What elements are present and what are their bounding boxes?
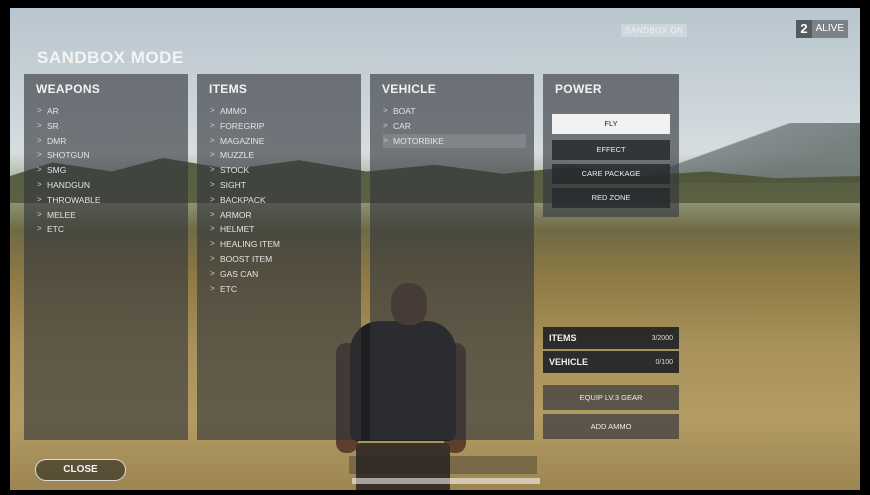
item-healing[interactable]: > HEALING ITEM	[210, 237, 361, 252]
weapon-item-sr[interactable]: > SR	[37, 119, 188, 134]
chevron-right-icon: >	[210, 135, 215, 145]
chevron-right-icon: >	[210, 239, 215, 249]
vehicle-item-motorbike[interactable]: > MOTORBIKE	[383, 133, 526, 149]
vehicle-counter-value: 0/100	[655, 358, 673, 366]
item-stock[interactable]: > STOCK	[210, 163, 361, 178]
weapons-heading: WEAPONS	[36, 82, 101, 96]
chevron-right-icon: >	[210, 253, 215, 263]
alive-label: ALIVE	[811, 20, 848, 38]
vehicle-counter: VEHICLE 0/100	[543, 351, 679, 373]
chevron-right-icon: >	[210, 209, 215, 219]
items-heading: ITEMS	[209, 82, 248, 96]
alive-counter: 2 ALIVE	[796, 20, 848, 38]
chevron-right-icon: >	[210, 150, 215, 160]
vehicle-item-boat[interactable]: > BOAT	[383, 104, 534, 119]
item-magazine[interactable]: > MAGAZINE	[210, 134, 361, 149]
item-foregrip[interactable]: > FOREGRIP	[210, 119, 361, 134]
power-red-zone-button[interactable]: RED ZONE	[552, 188, 670, 208]
power-heading: POWER	[555, 82, 602, 96]
add-ammo-button[interactable]: ADD AMMO	[543, 414, 679, 439]
power-fly-button[interactable]: FLY	[552, 114, 670, 134]
chevron-right-icon: >	[210, 268, 215, 278]
chevron-right-icon: >	[210, 165, 215, 175]
hotbar	[349, 456, 537, 474]
vehicle-panel: VEHICLE > BOAT > CAR > MOTORBIKE	[370, 74, 534, 440]
item-ammo[interactable]: > AMMO	[210, 104, 361, 119]
chevron-right-icon: >	[383, 135, 388, 145]
items-counter: ITEMS 3/2000	[543, 327, 679, 349]
weapon-item-ar[interactable]: > AR	[37, 104, 188, 119]
item-backpack[interactable]: > BACKPACK	[210, 193, 361, 208]
chevron-right-icon: >	[37, 209, 42, 219]
weapon-item-melee[interactable]: > MELEE	[37, 208, 188, 223]
chevron-right-icon: >	[383, 120, 388, 130]
power-care-package-button[interactable]: CARE PACKAGE	[552, 164, 670, 184]
vehicle-item-car[interactable]: > CAR	[383, 119, 534, 134]
alive-count: 2	[796, 20, 812, 38]
vehicle-counter-label: VEHICLE	[549, 357, 589, 367]
weapon-item-smg[interactable]: > SMG	[37, 163, 188, 178]
equip-lv3-gear-button[interactable]: EQUIP LV.3 GEAR	[543, 385, 679, 410]
health-bar	[352, 478, 540, 484]
mode-title: SANDBOX MODE	[37, 48, 184, 67]
chevron-right-icon: >	[37, 135, 42, 145]
chevron-right-icon: >	[37, 224, 42, 234]
items-list: > AMMO > FOREGRIP > MAGAZINE > MUZZLE > STOCK…	[197, 104, 361, 296]
chevron-right-icon: >	[210, 283, 215, 293]
weapon-item-dmr[interactable]: > DMR	[37, 134, 188, 149]
chevron-right-icon: >	[210, 120, 215, 130]
weapons-list: > AR > SR > DMR > SHOTGUN > SMG > HANDGUN > THR…	[24, 104, 188, 237]
chevron-right-icon: >	[210, 106, 215, 115]
vehicle-heading: VEHICLE	[382, 82, 437, 96]
item-etc[interactable]: > ETC	[210, 282, 361, 297]
weapons-panel: WEAPONS > AR > SR > DMR > SHOTGUN > SMG > HAND…	[24, 74, 188, 440]
items-counter-label: ITEMS	[549, 333, 577, 343]
item-sight[interactable]: > SIGHT	[210, 178, 361, 193]
chevron-right-icon: >	[210, 224, 215, 234]
chevron-right-icon: >	[210, 179, 215, 189]
item-boost[interactable]: > BOOST ITEM	[210, 252, 361, 267]
close-button[interactable]: CLOSE	[35, 459, 126, 481]
item-armor[interactable]: > ARMOR	[210, 208, 361, 223]
chevron-right-icon: >	[37, 120, 42, 130]
chevron-right-icon: >	[383, 106, 388, 115]
weapon-item-etc[interactable]: > ETC	[37, 222, 188, 237]
weapon-item-throwable[interactable]: > THROWABLE	[37, 193, 188, 208]
chevron-right-icon: >	[37, 179, 42, 189]
items-counter-value: 3/2000	[651, 334, 673, 342]
power-panel: POWER FLY EFFECT CARE PACKAGE RED ZONE	[543, 74, 679, 217]
chevron-right-icon: >	[37, 150, 42, 160]
chevron-right-icon: >	[210, 194, 215, 204]
items-panel: ITEMS > AMMO > FOREGRIP > MAGAZINE > MUZZLE …	[197, 74, 361, 440]
vehicle-list: > BOAT > CAR > MOTORBIKE	[370, 104, 534, 149]
item-gas-can[interactable]: > GAS CAN	[210, 267, 361, 282]
chevron-right-icon: >	[37, 106, 42, 115]
item-muzzle[interactable]: > MUZZLE	[210, 148, 361, 163]
chevron-right-icon: >	[37, 165, 42, 175]
weapon-item-shotgun[interactable]: > SHOTGUN	[37, 148, 188, 163]
power-effect-button[interactable]: EFFECT	[552, 140, 670, 160]
item-helmet[interactable]: > HELMET	[210, 222, 361, 237]
weapon-item-handgun[interactable]: > HANDGUN	[37, 178, 188, 193]
chevron-right-icon: >	[37, 194, 42, 204]
sandbox-status-tag: SANDBOX ON	[621, 24, 688, 37]
